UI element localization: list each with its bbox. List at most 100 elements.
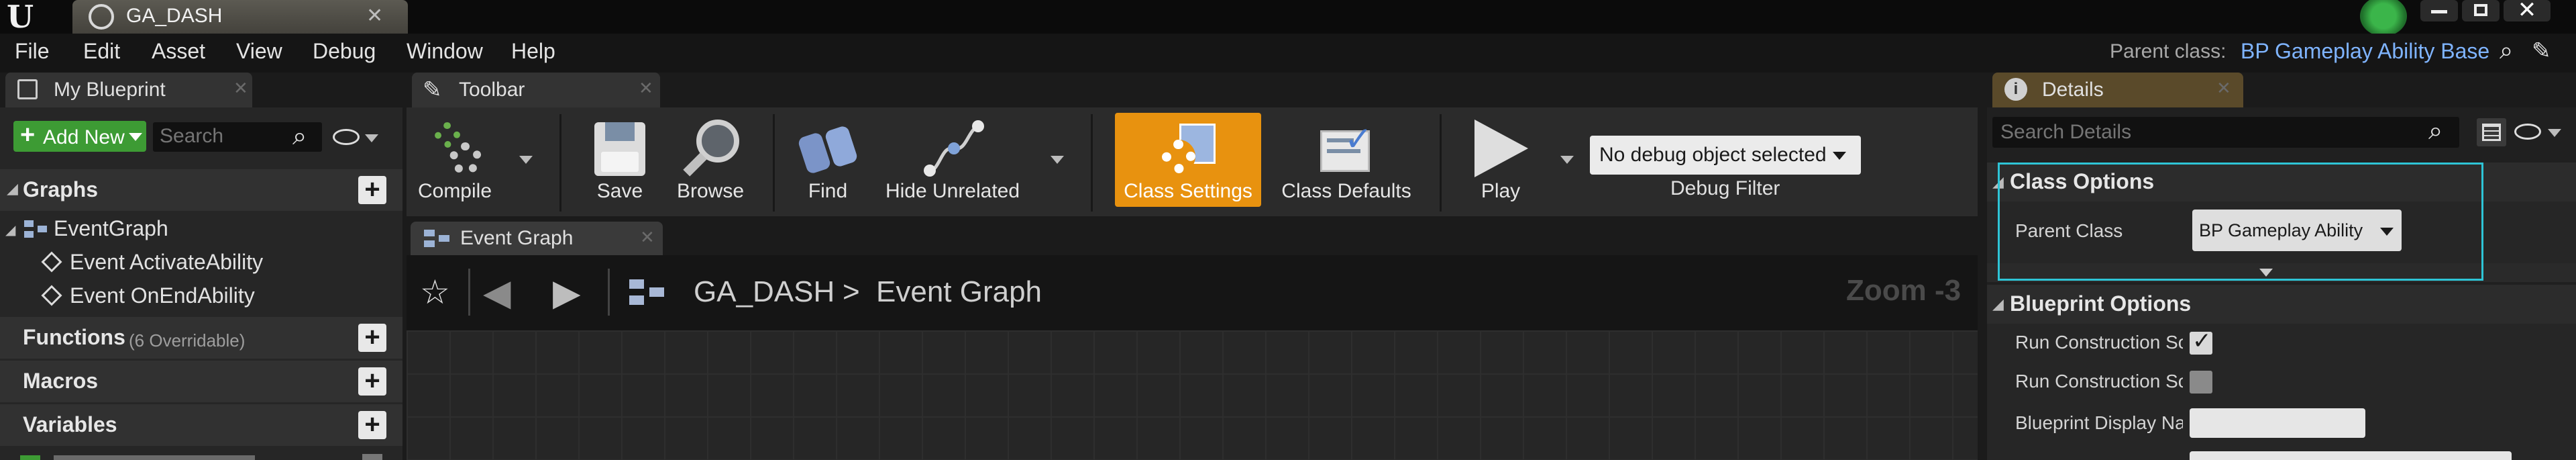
add-function-button[interactable]: + [358, 324, 386, 352]
close-my-blueprint-icon[interactable]: ✕ [233, 78, 248, 99]
class-options-highlight [1998, 163, 2483, 281]
toolbar-separator [1091, 114, 1093, 212]
add-new-button[interactable]: + Add New [13, 121, 146, 152]
property-matrix-button[interactable] [2477, 118, 2506, 146]
separator [608, 269, 610, 316]
event-on-end-ability-item[interactable]: Event OnEndAbility [70, 283, 255, 308]
class-defaults-button[interactable]: ✓ Class Defaults [1272, 113, 1421, 207]
event-icon [41, 285, 62, 306]
add-graph-button[interactable]: + [358, 176, 386, 204]
find-button[interactable]: Find [789, 113, 867, 207]
details-panel: ⌕ ◢ Class Options Parent Class BP Gamepl… [1987, 107, 2576, 460]
blueprint-options-title: Blueprint Options [2010, 291, 2192, 316]
forward-arrow-icon[interactable]: ▶ [553, 271, 581, 314]
zoom-level: Zoom -3 [1846, 274, 1962, 307]
close-event-graph-icon[interactable]: ✕ [640, 227, 655, 248]
maximize-button[interactable] [2462, 0, 2500, 21]
event-graph-tab[interactable]: Event Graph ✕ [411, 222, 663, 255]
debug-object-dropdown[interactable]: No debug object selected [1590, 136, 1861, 175]
event-activate-ability-item[interactable]: Event ActivateAbility [70, 250, 263, 275]
play-icon [1474, 120, 1528, 177]
my-blueprint-tab[interactable]: My Blueprint ✕ [5, 73, 252, 107]
hide-unrelated-label: Hide Unrelated [885, 180, 1020, 202]
blueprint-options-header[interactable]: ◢ Blueprint Options [1987, 285, 2576, 324]
hide-unrelated-chevron-icon[interactable] [1051, 156, 1064, 164]
menu-edit[interactable]: Edit [83, 39, 120, 64]
browse-parent-icon[interactable]: ⌕ [2500, 36, 2513, 65]
menu-view[interactable]: View [236, 39, 282, 64]
parent-class-label: Parent class: [2110, 40, 2226, 62]
functions-section-header[interactable]: Functions (6 Overridable) + [0, 317, 402, 359]
menu-window[interactable]: Window [407, 39, 483, 64]
edit-parent-icon[interactable]: ✎ [2532, 38, 2551, 64]
close-tab-icon[interactable]: ✕ [366, 4, 383, 28]
document-tab[interactable]: GA_DASH ✕ [72, 0, 408, 34]
menu-debug[interactable]: Debug [313, 39, 376, 64]
menu-asset[interactable]: Asset [152, 39, 205, 64]
event-graph-icon [24, 220, 48, 239]
separator [468, 269, 470, 316]
display-name-row: Blueprint Display Na [1987, 402, 2576, 460]
visibility-eye-icon[interactable] [2514, 124, 2541, 140]
compile-button[interactable]: Compile [411, 113, 499, 207]
details-tab-label: Details [2042, 79, 2104, 101]
graph-breadcrumb-bar: ☆ ◀ ▶ GA_DASH > Event Graph Zoom -3 [407, 255, 1978, 330]
toolbar-tab[interactable]: ✎ Toolbar ✕ [412, 73, 660, 107]
chevron-down-icon [1833, 152, 1846, 160]
hide-unrelated-button[interactable]: Hide Unrelated [879, 113, 1026, 207]
display-name-input[interactable] [2190, 408, 2365, 438]
search-icon[interactable]: ⌕ [2428, 117, 2443, 146]
macros-section-header[interactable]: Macros + [0, 361, 402, 402]
add-new-label: Add New [43, 126, 125, 148]
toolbar-separator [773, 114, 775, 212]
search-field[interactable]: ⌕ [153, 122, 322, 152]
visibility-eye-icon[interactable] [333, 129, 360, 145]
visibility-chevron-icon[interactable] [365, 134, 378, 142]
run-construction-label-2: Run Construction Sc [2015, 371, 2183, 392]
browse-button[interactable]: Browse [667, 113, 754, 207]
class-settings-button[interactable]: Class Settings [1115, 113, 1261, 207]
back-arrow-icon[interactable]: ◀ [483, 271, 511, 314]
minimize-button[interactable] [2420, 0, 2458, 21]
search-input[interactable] [158, 125, 286, 148]
play-label: Play [1481, 180, 1521, 202]
details-search-field[interactable]: ⌕ [1992, 117, 2459, 148]
add-variable-button[interactable]: + [358, 411, 386, 439]
my-blueprint-panel: + Add New ⌕ ◢ Graphs + ◢ EventGraph Even… [0, 107, 402, 460]
plus-icon: + [20, 121, 36, 149]
info-icon: i [2004, 78, 2027, 101]
search-icon[interactable]: ⌕ [292, 122, 307, 151]
details-tab[interactable]: i Details ✕ [1992, 73, 2243, 107]
save-button[interactable]: Save [578, 113, 661, 207]
visibility-chevron-icon[interactable] [2548, 129, 2561, 137]
tree-arrow-icon[interactable]: ◢ [5, 222, 15, 238]
details-search-input[interactable] [1999, 120, 2415, 144]
magnifier-icon [683, 120, 747, 180]
run-construction-checkbox-1[interactable]: ✓ [2190, 328, 2212, 355]
variables-section-header[interactable]: Variables + [0, 404, 402, 446]
toolbar-tab-label: Toolbar [459, 79, 525, 101]
breadcrumb-root[interactable]: GA_DASH [694, 275, 835, 309]
run-construction-checkbox-2[interactable] [2190, 371, 2212, 394]
next-property-input-partial[interactable] [2190, 451, 2512, 460]
compile-options-chevron-icon[interactable] [519, 156, 533, 164]
unreal-logo-icon[interactable]: U [7, 1, 43, 32]
graphs-title: Graphs [23, 177, 99, 201]
close-window-button[interactable]: ✕ [2504, 0, 2551, 21]
graph-canvas[interactable] [407, 330, 1978, 460]
functions-count: (6 Overridable) [129, 330, 246, 351]
menu-help[interactable]: Help [511, 39, 555, 64]
close-details-icon[interactable]: ✕ [2216, 78, 2231, 99]
play-button[interactable]: Play [1457, 113, 1544, 207]
play-options-chevron-icon[interactable] [1560, 156, 1574, 164]
menu-bar: File Edit Asset View Debug Window Help P… [0, 34, 2576, 73]
close-toolbar-icon[interactable]: ✕ [639, 78, 653, 99]
my-blueprint-tab-label: My Blueprint [54, 79, 166, 101]
favorite-star-icon[interactable]: ☆ [420, 273, 450, 312]
graphs-section-header[interactable]: ◢ Graphs + [0, 169, 402, 211]
document-tab-title: GA_DASH [126, 5, 223, 27]
parent-class-link[interactable]: BP Gameplay Ability Base [2241, 39, 2489, 64]
event-graph-item[interactable]: EventGraph [54, 216, 168, 241]
menu-file[interactable]: File [15, 39, 50, 64]
add-macro-button[interactable]: + [358, 367, 386, 396]
